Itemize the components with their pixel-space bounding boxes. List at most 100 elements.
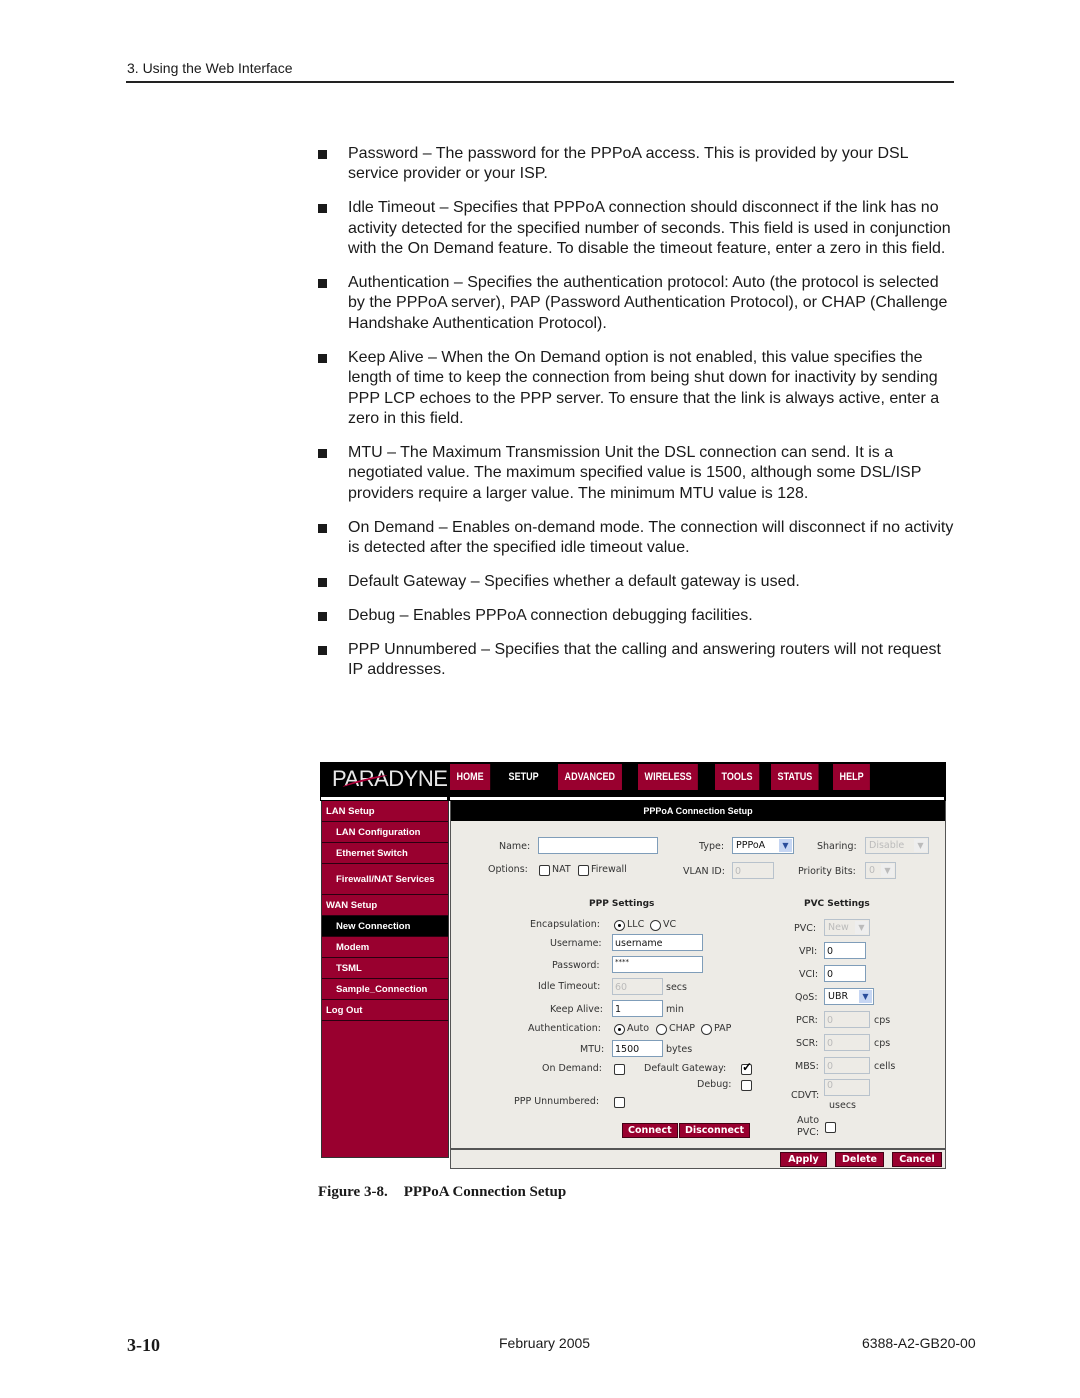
auth-auto-label: Auto (627, 1023, 650, 1034)
cancel-button[interactable]: Cancel (892, 1152, 942, 1167)
pcr-unit: cps (874, 1015, 891, 1026)
options-label: Options: (488, 864, 528, 875)
tab-tools[interactable]: TOOLS (714, 764, 759, 790)
ppp-unnumbered-label: PPP Unnumbered: (514, 1096, 600, 1107)
keep-alive-input[interactable]: 1 (612, 1000, 663, 1017)
auth-pap-label: PAP (714, 1023, 732, 1034)
bullet-square-icon (318, 204, 327, 214)
auth-pap-radio[interactable] (701, 1024, 712, 1035)
page-number: 3-10 (127, 1335, 160, 1355)
sidebar-item-modem[interactable]: Modem (322, 937, 448, 958)
type-select[interactable]: PPPoA ▼ (732, 837, 794, 854)
idle-timeout-label: Idle Timeout: (538, 981, 601, 992)
tab-home[interactable]: HOME (450, 764, 491, 790)
qos-select[interactable]: UBR ▼ (824, 988, 874, 1005)
bullet-square-icon (318, 353, 327, 363)
figure-number: Figure 3-8. (318, 1184, 388, 1200)
auth-chap-label: CHAP (669, 1023, 696, 1034)
pvc-settings-heading: PVC Settings (804, 899, 870, 909)
sidebar-item-log-out[interactable]: Log Out (322, 1000, 448, 1021)
connection-panel: PPPoA Connection Setup Name: Type: PPPoA… (450, 801, 946, 1169)
footer-date: February 2005 (499, 1335, 591, 1351)
username-label: Username: (550, 938, 602, 949)
sidebar-item-wan-setup[interactable]: WAN Setup (322, 895, 448, 916)
vci-input[interactable]: 0 (824, 965, 866, 982)
firewall-label: Firewall (591, 864, 627, 875)
idle-timeout-input[interactable]: 60 (612, 978, 663, 995)
bullet-item: MTU – The Maximum Transmission Unit the … (318, 443, 958, 504)
disconnect-button[interactable]: Disconnect (679, 1123, 751, 1138)
chevron-down-icon: ▼ (914, 839, 927, 852)
chevron-down-icon: ▼ (779, 839, 792, 852)
cdvt-unit: usecs (829, 1100, 856, 1111)
keep-alive-label: Keep Alive: (550, 1004, 603, 1015)
document-number: 6388-A2-GB20-00 (862, 1335, 976, 1351)
vpi-input[interactable]: 0 (824, 942, 866, 959)
encap-vc-radio[interactable] (650, 920, 661, 931)
bullet-square-icon (318, 577, 327, 587)
figure-caption: Figure 3-8. PPPoA Connection Setup (318, 1184, 566, 1201)
nav-tabs: HOME SETUP ADVANCED WIRELESS TOOLS STATU… (450, 764, 881, 790)
password-input[interactable]: **** (612, 956, 703, 973)
firewall-checkbox[interactable] (578, 865, 589, 876)
mbs-label: MBS: (795, 1061, 819, 1072)
top-nav-bar: PARADYNE HOME SETUP ADVANCED WIRELESS TO… (320, 762, 946, 796)
chevron-down-icon: ▼ (859, 990, 872, 1003)
name-input[interactable] (538, 837, 658, 854)
encapsulation-label: Encapsulation: (530, 919, 600, 930)
mbs-unit: cells (874, 1061, 896, 1072)
vlan-label: VLAN ID: (683, 866, 725, 877)
sidebar-item-lan-setup[interactable]: LAN Setup (322, 801, 448, 822)
bullet-item: On Demand – Enables on-demand mode. The … (318, 518, 958, 559)
auto-pvc-checkbox[interactable] (825, 1122, 836, 1133)
on-demand-checkbox[interactable] (614, 1064, 625, 1075)
sidebar-item-sample-connection[interactable]: Sample_Connection (322, 979, 448, 1000)
bullet-square-icon (318, 448, 327, 458)
sidebar-item-lan-configuration[interactable]: LAN Configuration (322, 822, 448, 843)
ppp-settings-heading: PPP Settings (589, 899, 655, 909)
auto-pvc-label-line1: Auto (797, 1115, 820, 1126)
tab-status[interactable]: STATUS (771, 764, 820, 790)
delete-button[interactable]: Delete (835, 1152, 884, 1167)
apply-button[interactable]: Apply (780, 1152, 827, 1167)
pcr-input[interactable]: 0 (824, 1011, 870, 1028)
vlan-input[interactable]: 0 (732, 862, 774, 879)
paradyne-logo: PARADYNE (332, 766, 448, 791)
password-label: Password: (552, 960, 600, 971)
pvc-select[interactable]: New ▼ (824, 919, 870, 936)
tab-wireless[interactable]: WIRELESS (638, 764, 699, 790)
default-gateway-checkbox[interactable] (741, 1060, 752, 1075)
nat-checkbox[interactable] (539, 865, 550, 876)
tab-setup[interactable]: SETUP (502, 764, 546, 790)
default-gateway-label: Default Gateway: (644, 1063, 727, 1074)
mbs-input[interactable]: 0 (824, 1057, 870, 1074)
authentication-label: Authentication: (528, 1023, 601, 1034)
sidebar-item-firewall-nat[interactable]: Firewall/NAT Services (322, 864, 448, 895)
vci-label: VCI: (799, 969, 819, 980)
username-input[interactable]: username (612, 934, 703, 951)
ppp-unnumbered-checkbox[interactable] (614, 1097, 625, 1108)
sidebar-item-new-connection[interactable]: New Connection (322, 916, 448, 937)
idle-timeout-unit: secs (666, 982, 687, 993)
tab-advanced[interactable]: ADVANCED (557, 764, 622, 790)
auth-chap-radio[interactable] (656, 1024, 667, 1035)
priority-bits-select[interactable]: 0 ▼ (865, 862, 896, 879)
connect-button[interactable]: Connect (622, 1123, 678, 1138)
mtu-input[interactable]: 1500 (612, 1040, 663, 1057)
running-head: 3. Using the Web Interface (127, 60, 293, 76)
scr-input[interactable]: 0 (824, 1034, 870, 1051)
sharing-select[interactable]: Disable ▼ (865, 837, 929, 854)
sidebar-item-ethernet-switch[interactable]: Ethernet Switch (322, 843, 448, 864)
cdvt-input[interactable]: 0 (824, 1079, 870, 1096)
bullet-square-icon (318, 279, 327, 289)
auth-auto-radio[interactable] (614, 1024, 625, 1035)
mtu-label: MTU: (580, 1044, 605, 1055)
tab-help[interactable]: HELP (832, 764, 870, 790)
cdvt-label: CDVT: (791, 1090, 820, 1101)
encap-vc-label: VC (663, 919, 677, 930)
bullet-square-icon (318, 645, 327, 655)
encap-llc-radio[interactable] (614, 920, 625, 931)
panel-title: PPPoA Connection Setup (451, 801, 945, 821)
debug-checkbox[interactable] (741, 1080, 752, 1091)
sidebar-item-tsml[interactable]: TSML (322, 958, 448, 979)
